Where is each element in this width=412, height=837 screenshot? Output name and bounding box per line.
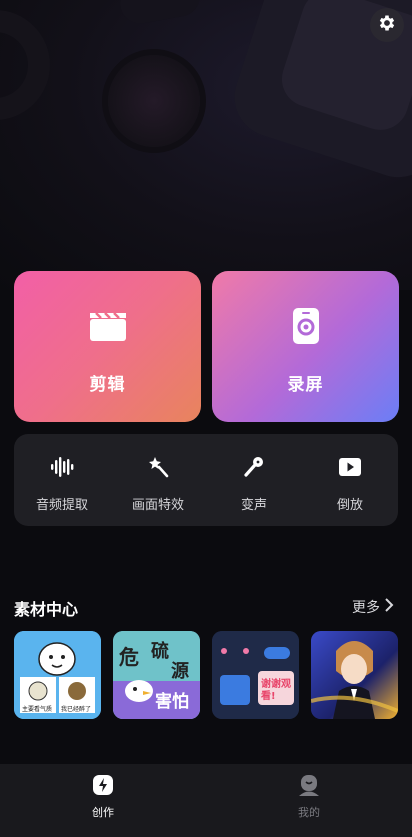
caption-a: 主要看气质 xyxy=(22,706,53,713)
nav-profile[interactable]: 我的 xyxy=(206,764,412,837)
reverse-label: 倒放 xyxy=(336,498,363,513)
edit-label: 剪辑 xyxy=(89,375,126,395)
clapperboard-icon xyxy=(88,306,128,346)
audio-extract-label: 音频提取 xyxy=(35,498,88,513)
sticker-text-a: 危 xyxy=(119,645,139,669)
nav-create-label: 创作 xyxy=(92,806,114,819)
edit-button[interactable]: 剪辑 xyxy=(14,271,201,422)
screen-record-button[interactable]: 录屏 xyxy=(212,271,399,422)
microphone-icon xyxy=(242,454,266,480)
voice-change-label: 变声 xyxy=(240,498,267,513)
material-thumbnail[interactable] xyxy=(311,631,398,719)
reverse-button[interactable]: 倒放 xyxy=(302,434,398,526)
sticker-text-b: 硫 xyxy=(151,641,169,662)
audio-extract-button[interactable]: 音频提取 xyxy=(14,434,110,526)
chevron-right-icon xyxy=(384,598,394,616)
decor-shape xyxy=(117,0,203,27)
hero-background xyxy=(0,0,412,290)
screen-record-label: 录屏 xyxy=(287,375,324,395)
sticker-text-c: 谢谢观看! xyxy=(261,679,291,702)
create-icon xyxy=(91,772,115,798)
material-thumbnail[interactable]: 危 硫 源 害怕 xyxy=(113,631,200,719)
settings-button[interactable] xyxy=(370,8,404,42)
tools-panel: 音频提取 画面特效 变声 倒放 xyxy=(14,434,398,526)
visual-effects-button[interactable]: 画面特效 xyxy=(110,434,206,526)
decor-shape xyxy=(108,55,200,147)
gear-icon xyxy=(377,13,397,37)
visual-effects-label: 画面特效 xyxy=(131,498,184,513)
nav-create[interactable]: 创作 xyxy=(0,764,206,837)
more-link[interactable]: 更多 xyxy=(352,597,394,617)
sticker-text-d: 害怕 xyxy=(155,692,189,712)
bottom-nav: 创作 我的 xyxy=(0,764,412,837)
caption-b: 我已经醉了 xyxy=(61,706,92,713)
materials-title: 素材中心 xyxy=(14,600,79,619)
more-label: 更多 xyxy=(352,600,380,616)
waveform-icon xyxy=(50,454,74,480)
profile-icon xyxy=(297,772,321,798)
screen-record-icon xyxy=(291,306,321,346)
material-thumbnail[interactable]: 谢谢观看! xyxy=(212,631,299,719)
sticker-text-c: 源 xyxy=(171,661,189,682)
nav-profile-label: 我的 xyxy=(298,806,320,819)
decor-shape xyxy=(0,10,50,120)
magic-wand-icon xyxy=(146,454,170,480)
voice-change-button[interactable]: 变声 xyxy=(206,434,302,526)
materials-list: 主要看气质 我已经醉了 危 硫 源 害怕 谢谢观看! xyxy=(14,631,412,719)
play-icon xyxy=(338,454,362,480)
material-thumbnail[interactable]: 主要看气质 我已经醉了 xyxy=(14,631,101,719)
